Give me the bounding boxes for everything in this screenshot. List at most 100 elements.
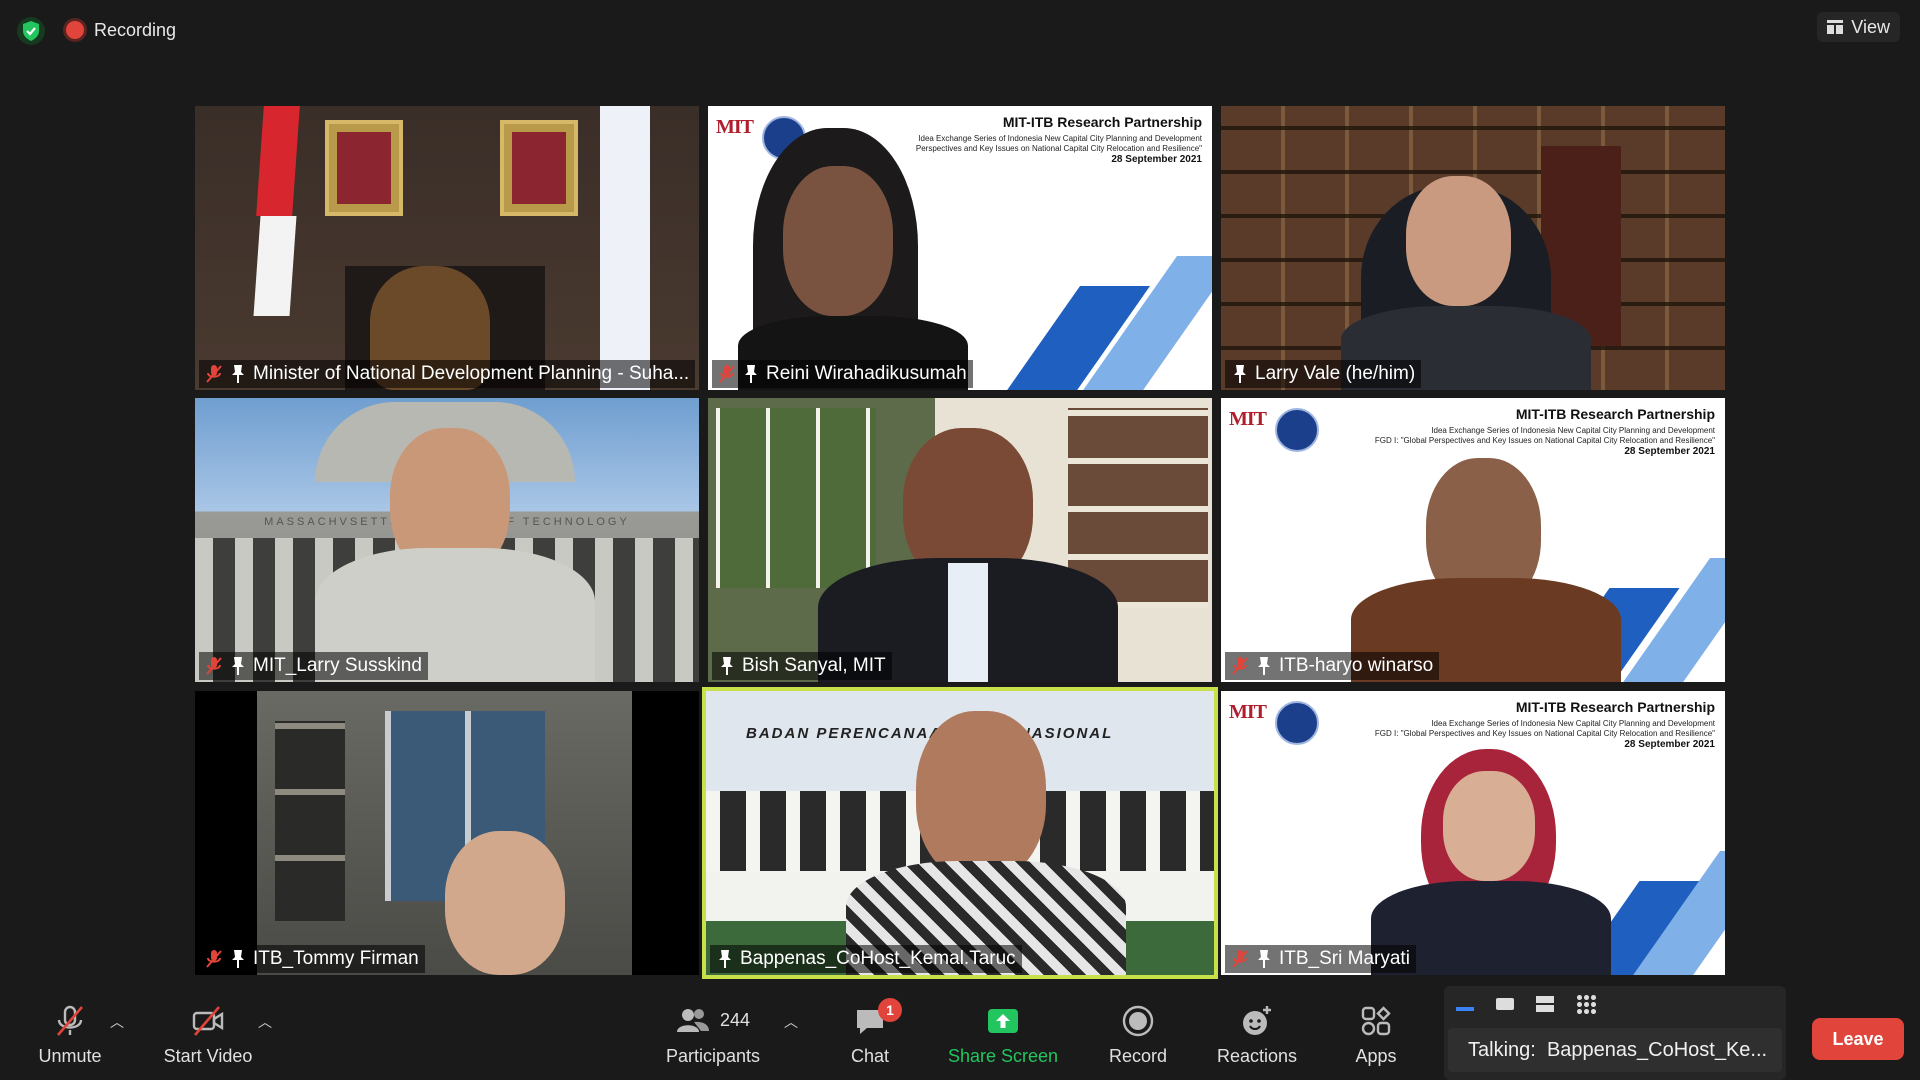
slide-title: MIT-ITB Research Partnership <box>1515 406 1715 422</box>
participant-name: MIT_Larry Susskind <box>253 655 422 676</box>
video-tile-minister[interactable]: Minister of National Development Plannin… <box>195 106 699 390</box>
video-tile-reini[interactable]: MIT MIT-ITB Research Partnership Idea Ex… <box>708 106 1212 390</box>
shirt <box>948 563 988 682</box>
person-face <box>916 711 1046 881</box>
person-face <box>1406 176 1511 306</box>
unmute-button[interactable]: Unmute <box>30 990 110 1080</box>
muted-mic-icon <box>1232 657 1248 675</box>
unmute-label: Unmute <box>38 1045 102 1066</box>
muted-mic-icon <box>206 365 222 383</box>
participant-name: ITB_Tommy Firman <box>253 948 419 969</box>
tile-name-label: Bappenas_CoHost_Kemal.Taruc <box>710 945 1022 973</box>
flag-white <box>253 216 297 316</box>
audio-options-caret-icon[interactable]: ︿ <box>110 1012 124 1032</box>
video-tile-haryo-winarso[interactable]: MIT MIT-ITB Research Partnership Idea Ex… <box>1221 398 1725 682</box>
strip-layout-icon[interactable] <box>1536 996 1554 1012</box>
participants-count: 244 <box>719 1010 751 1030</box>
video-tile-tommy-firman[interactable]: ITB_Tommy Firman <box>195 691 699 975</box>
pin-icon <box>721 657 733 675</box>
view-label: View <box>1851 16 1890 37</box>
reactions-smiley-icon <box>1243 1005 1271 1035</box>
record-label: Record <box>1108 1045 1168 1066</box>
participant-name: Reini Wirahadikusumah <box>766 363 967 384</box>
slide-date: 28 September 2021 <box>1111 154 1202 165</box>
talking-panel: Talking: Bappenas_CoHost_Ke... <box>1444 986 1786 1080</box>
recording-indicator[interactable]: Recording <box>66 18 176 42</box>
tile-name-label: ITB-haryo winarso <box>1225 652 1440 680</box>
video-tile-larry-susskind[interactable]: MASSACHVSETTS INSTITVTE OF TECHNOLOGY MI… <box>195 398 699 682</box>
pin-icon <box>1234 365 1246 383</box>
participant-name: ITB_Sri Maryati <box>1279 948 1410 969</box>
pin-icon <box>1258 950 1270 968</box>
slide-subtitle: Idea Exchange Series of Indonesia New Ca… <box>915 134 1202 153</box>
portrait-frame-left <box>325 120 403 216</box>
pin-icon <box>1258 657 1270 675</box>
share-screen-button[interactable]: Share Screen <box>942 990 1064 1080</box>
tile-name-label: Bish Sanyal, MIT <box>712 652 892 680</box>
apps-label: Apps <box>1355 1045 1397 1066</box>
gallery-layout-icon[interactable] <box>1576 994 1596 1014</box>
view-button[interactable]: View <box>1817 12 1900 42</box>
banner-white <box>600 106 650 390</box>
slide-title: MIT-ITB Research Partnership <box>1515 699 1715 715</box>
portrait-frame-right <box>500 120 578 216</box>
muted-mic-icon <box>206 950 222 968</box>
video-options-caret-icon[interactable]: ︿ <box>258 1012 272 1032</box>
video-tile-sri-maryati[interactable]: MIT MIT-ITB Research Partnership Idea Ex… <box>1221 691 1725 975</box>
picture-frames <box>275 721 345 921</box>
slide-date: 28 September 2021 <box>1624 446 1715 457</box>
slide-date: 28 September 2021 <box>1624 739 1715 750</box>
tile-name-label: Larry Vale (he/him) <box>1225 360 1422 388</box>
participants-options-caret-icon[interactable]: ︿ <box>784 1012 798 1032</box>
mit-logo: MIT <box>716 116 754 138</box>
pin-icon <box>232 950 244 968</box>
start-video-label: Start Video <box>163 1045 253 1066</box>
video-tile-bappenas-active-speaker[interactable]: BADAN PERENCANAA GUNAN NASIONAL Bappenas… <box>702 687 1218 979</box>
itb-seal-icon <box>1275 701 1319 745</box>
pin-icon <box>745 365 757 383</box>
flag-red <box>256 106 300 216</box>
participants-button[interactable]: 244 Participants <box>660 990 766 1080</box>
reactions-label: Reactions <box>1216 1045 1298 1066</box>
chat-label: Chat <box>850 1045 890 1066</box>
tile-name-label: ITB_Tommy Firman <box>199 945 425 973</box>
grid-view-icon <box>1827 20 1844 34</box>
tile-name-label: MIT_Larry Susskind <box>199 652 428 680</box>
participant-name: Minister of National Development Plannin… <box>253 363 690 384</box>
talking-prefix: Talking: <box>1468 1038 1536 1061</box>
muted-mic-icon <box>57 1005 83 1036</box>
person-face <box>783 166 893 316</box>
record-button[interactable]: Record <box>1100 990 1176 1080</box>
reactions-button[interactable]: Reactions <box>1212 990 1302 1080</box>
person-face <box>1443 771 1535 881</box>
security-shield-icon[interactable] <box>16 16 46 46</box>
window <box>716 408 876 588</box>
muted-mic-icon <box>719 365 735 383</box>
minimize-layout-icon[interactable] <box>1456 1007 1474 1011</box>
participant-name: ITB-haryo winarso <box>1279 655 1434 676</box>
video-off-icon <box>192 1005 224 1036</box>
participants-icon <box>676 1008 709 1032</box>
video-tile-larry-vale[interactable]: Larry Vale (he/him) <box>1221 106 1725 390</box>
apps-button[interactable]: Apps <box>1346 990 1406 1080</box>
participant-name: Bish Sanyal, MIT <box>742 655 886 676</box>
participant-name: Bappenas_CoHost_Kemal.Taruc <box>740 948 1016 969</box>
pin-icon <box>232 657 244 675</box>
video-tile-bish-sanyal[interactable]: Bish Sanyal, MIT <box>708 398 1212 682</box>
muted-mic-icon <box>1232 950 1248 968</box>
leave-button[interactable]: Leave <box>1812 1018 1904 1060</box>
recording-dot-icon <box>66 21 84 39</box>
mit-logo: MIT <box>1229 701 1267 723</box>
tile-name-label: ITB_Sri Maryati <box>1225 945 1416 973</box>
speaker-layout-icon[interactable] <box>1496 998 1514 1010</box>
recording-label: Recording <box>94 19 177 40</box>
talking-indicator: Talking: Bappenas_CoHost_Ke... <box>1448 1028 1782 1072</box>
tile-name-label: Minister of National Development Plannin… <box>199 360 696 388</box>
itb-seal-icon <box>1275 408 1319 452</box>
record-icon <box>1122 1005 1154 1036</box>
talking-name: Bappenas_CoHost_Ke... <box>1546 1038 1768 1061</box>
share-screen-label: Share Screen <box>947 1045 1059 1066</box>
slide-subtitle: Idea Exchange Series of Indonesia New Ca… <box>1374 719 1715 738</box>
apps-icon <box>1361 1005 1391 1035</box>
start-video-button[interactable]: Start Video <box>158 990 258 1080</box>
